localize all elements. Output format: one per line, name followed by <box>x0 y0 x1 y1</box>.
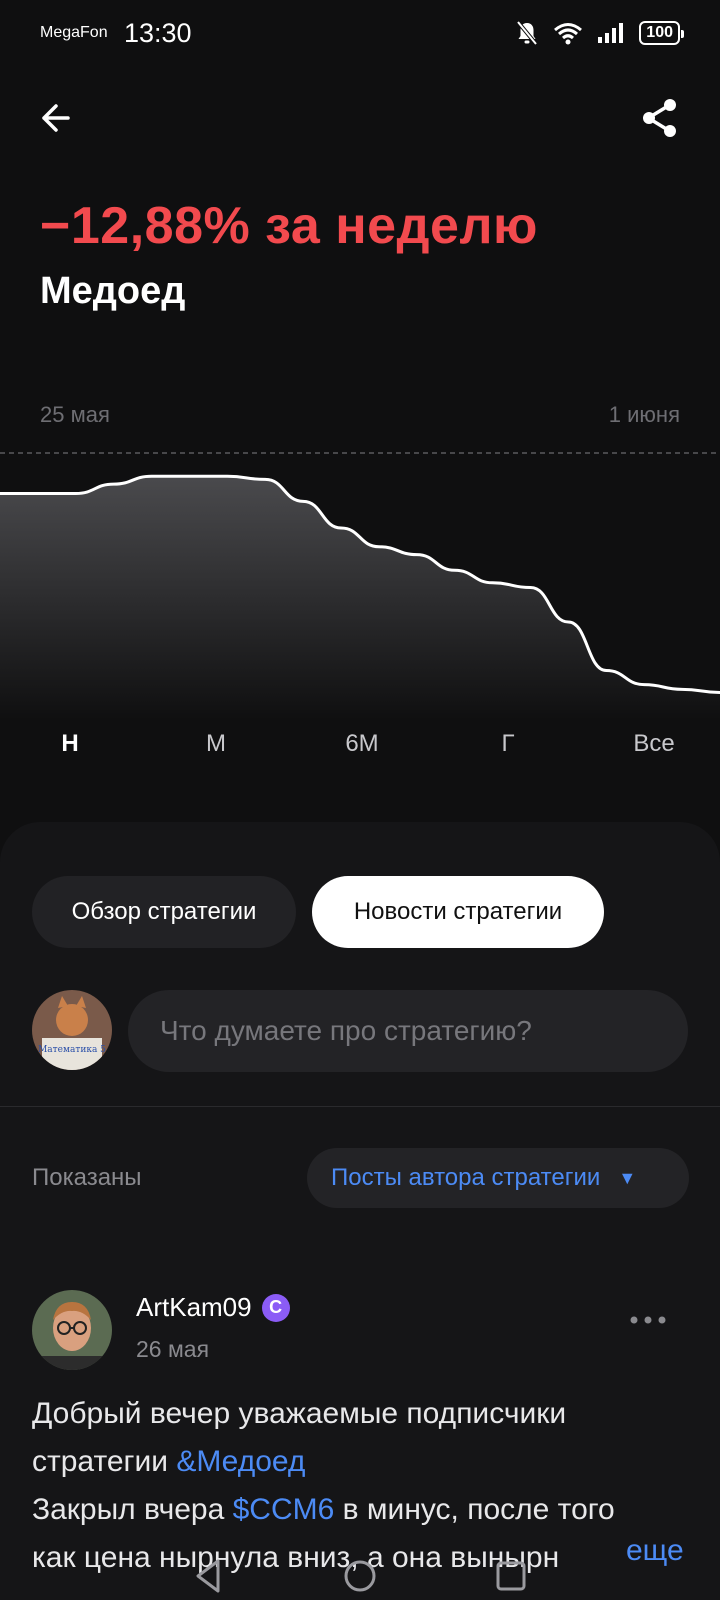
more-options-icon[interactable] <box>628 1310 668 1330</box>
post-date: 26 мая <box>136 1336 210 1362</box>
avatar-book-text: Математика 5 <box>38 1045 106 1055</box>
status-bar: MegaFon 13:30 100 <box>0 0 720 70</box>
tab-label: Новости стратегии <box>353 898 563 925</box>
comment-placeholder: Что думаете про стратегию? <box>160 1015 532 1046</box>
author-avatar[interactable] <box>32 1290 112 1370</box>
post-text: стратегии <box>32 1445 177 1478</box>
ticker-link[interactable]: $CCM6 <box>233 1493 335 1526</box>
post-line: Закрыл вчера $CCM6 в минус, после того <box>32 1486 692 1534</box>
tab-strategy-news[interactable]: Новости стратегии <box>312 876 604 948</box>
comment-input[interactable]: Что думаете про стратегию? <box>128 990 688 1072</box>
status-icons: 100 <box>515 20 684 46</box>
posts-filter-dropdown[interactable]: Посты автора стратегии ▼ <box>307 1148 689 1208</box>
chart-start-date: 25 мая <box>40 402 110 427</box>
divider <box>0 1106 720 1107</box>
post-author[interactable]: ArtKam09 C <box>136 1292 290 1323</box>
system-nav-bar <box>196 1559 526 1593</box>
period-option-3[interactable]: 6М <box>345 730 378 758</box>
performance-value: −12,88% за неделю <box>40 197 538 255</box>
author-badge-icon: C <box>261 1293 290 1322</box>
period-option-5[interactable]: Все <box>633 730 674 758</box>
signal-icon <box>598 23 624 43</box>
tab-label: Обзор стратегии <box>71 898 257 925</box>
wifi-icon <box>554 23 583 45</box>
carrier-name: MegaFon <box>40 24 108 41</box>
author-name: ArtKam09 <box>136 1292 252 1322</box>
shown-label: Показаны <box>32 1164 142 1191</box>
period-option-2[interactable]: М <box>206 730 226 758</box>
nav-recents-icon[interactable] <box>496 1561 526 1591</box>
period-option-4[interactable]: Г <box>502 730 515 758</box>
nav-back-icon[interactable] <box>196 1559 220 1593</box>
nav-home-icon[interactable] <box>344 1560 376 1592</box>
period-option-1[interactable]: Н <box>61 730 78 758</box>
post-line: стратегии &Медоед <box>32 1438 692 1486</box>
period-selector: Н М 6М Г Все <box>0 730 720 770</box>
clock: 13:30 <box>124 18 192 48</box>
share-icon[interactable] <box>638 96 682 140</box>
bell-muted-icon <box>516 20 538 46</box>
back-arrow-icon[interactable] <box>36 96 80 140</box>
performance-chart <box>0 452 720 720</box>
chart-area <box>0 476 720 720</box>
battery-indicator: 100 <box>639 21 684 45</box>
post-text: в минус, после того <box>334 1493 615 1526</box>
filter-value: Посты автора стратегии <box>331 1164 601 1191</box>
post-text: Закрыл вчера <box>32 1493 233 1526</box>
tab-strategy-overview[interactable]: Обзор стратегии <box>32 876 296 948</box>
post-line: Добрый вечер уважаемые подписчики <box>32 1397 567 1430</box>
strategy-link[interactable]: &Медоед <box>176 1445 305 1478</box>
strategy-name: Медоед <box>40 270 186 312</box>
user-avatar[interactable]: Математика 5 <box>32 990 112 1070</box>
dropdown-triangle-icon: ▼ <box>618 1167 637 1188</box>
chart-end-date: 1 июня <box>608 402 680 427</box>
